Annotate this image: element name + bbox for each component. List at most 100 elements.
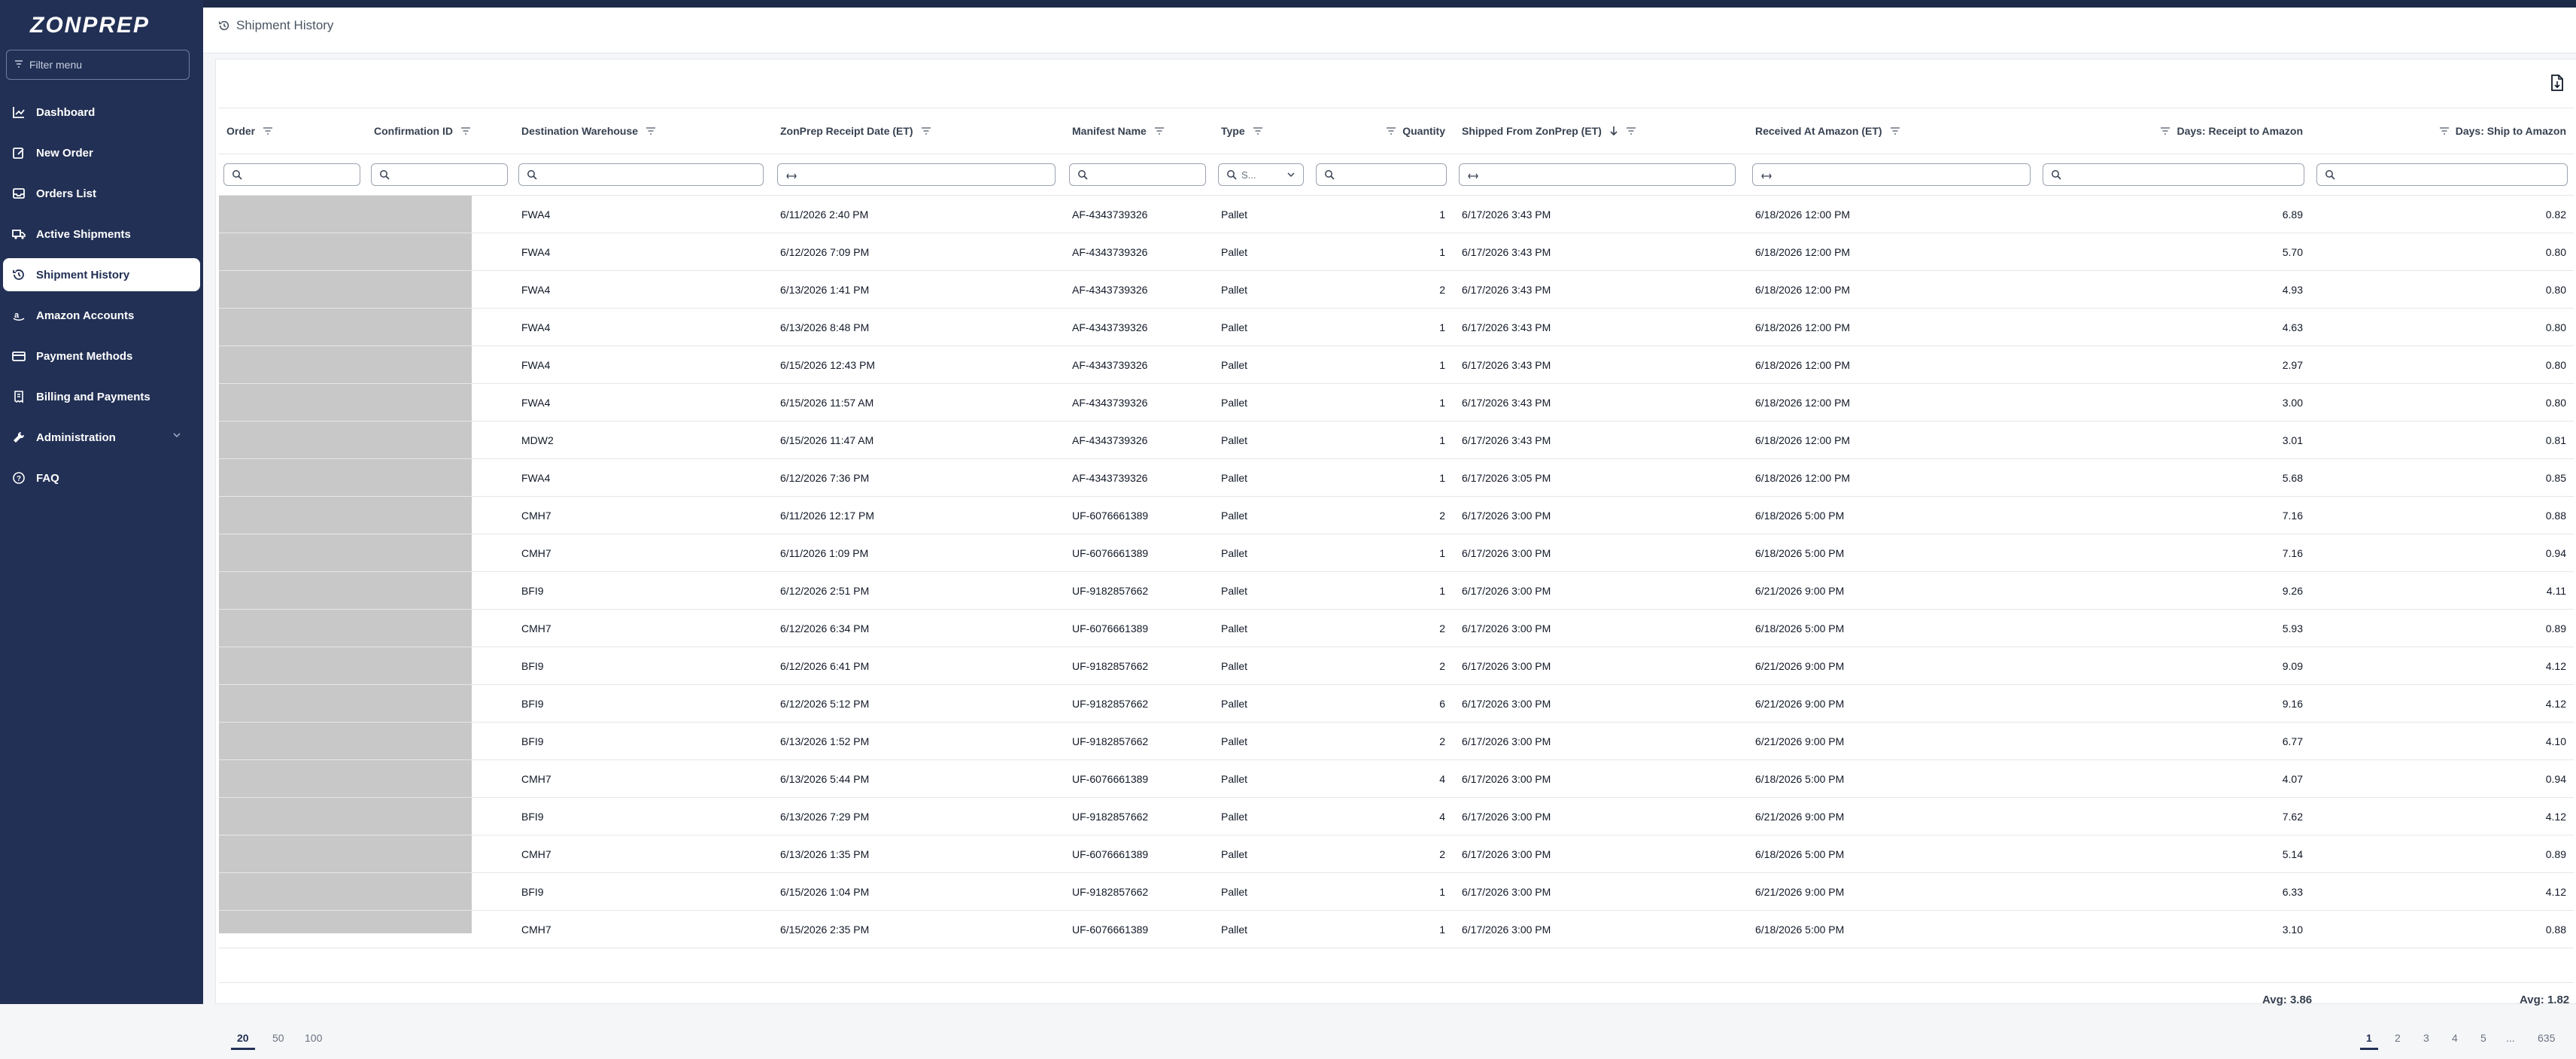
page-header: Shipment History bbox=[203, 8, 2576, 53]
filter-icon[interactable] bbox=[1154, 126, 1165, 135]
table-row[interactable]: BFI9 6/12/2026 2:51 PM UF-9182857662 Pallet… bbox=[219, 572, 2574, 610]
table-row[interactable]: FWA4 6/13/2026 8:48 PM AF-4343739326 Pallet… bbox=[219, 309, 2574, 346]
filter-input-days-receipt-to-amazon[interactable] bbox=[2043, 163, 2304, 186]
filter-icon[interactable] bbox=[1626, 126, 1636, 135]
filter-input-zonprep-receipt-date[interactable] bbox=[777, 163, 1056, 186]
cell-days-receipt-to-amazon: 4.63 bbox=[2282, 321, 2303, 333]
sidebar-item-orders-list[interactable]: Orders List bbox=[3, 177, 200, 210]
page-4[interactable]: 4 bbox=[2452, 1032, 2458, 1044]
cell-destination-warehouse: CMH7 bbox=[521, 923, 551, 936]
cell-manifest-name: UF-9182857662 bbox=[1072, 885, 1149, 898]
column-header-destination-warehouse[interactable]: Destination Warehouse bbox=[514, 108, 770, 154]
sidebar-item-payment-methods[interactable]: Payment Methods bbox=[3, 339, 200, 373]
logo[interactable]: ZONPREP bbox=[30, 11, 166, 41]
filter-icon[interactable] bbox=[1890, 126, 1900, 135]
sidebar-item-active-shipments[interactable]: Active Shipments bbox=[3, 218, 200, 251]
filter-icon[interactable] bbox=[263, 126, 273, 135]
filter-input-days-ship-to-amazon[interactable] bbox=[2316, 163, 2568, 186]
cell-manifest-name: AF-4343739326 bbox=[1072, 358, 1148, 371]
sidebar-item-amazon-accounts[interactable]: a Amazon Accounts bbox=[3, 299, 200, 332]
column-header-type[interactable]: Type bbox=[1214, 108, 1310, 154]
filter-input-confirmation-id[interactable] bbox=[371, 163, 508, 186]
cell-type: Pallet bbox=[1221, 810, 1248, 823]
table-row[interactable]: BFI9 6/13/2026 7:29 PM UF-9182857662 Pallet… bbox=[219, 798, 2574, 835]
filter-input-shipped-from-zonprep[interactable] bbox=[1459, 163, 1736, 186]
column-header-manifest-name[interactable]: Manifest Name bbox=[1065, 108, 1212, 154]
table-row[interactable]: FWA4 6/13/2026 1:41 PM AF-4343739326 Pallet… bbox=[219, 271, 2574, 309]
filter-icon[interactable] bbox=[2160, 126, 2170, 135]
filter-icon[interactable] bbox=[921, 126, 931, 135]
sidebar-item-billing-and-payments[interactable]: Billing and Payments bbox=[3, 380, 200, 413]
filter-icon[interactable] bbox=[1386, 126, 1396, 135]
sidebar-item-administration[interactable]: Administration bbox=[3, 421, 200, 454]
cell-manifest-name: UF-6076661389 bbox=[1072, 509, 1149, 522]
page-size-100[interactable]: 100 bbox=[305, 1032, 322, 1044]
cell-type: Pallet bbox=[1221, 772, 1248, 785]
cell-days-receipt-to-amazon: 3.01 bbox=[2282, 434, 2303, 446]
filter-icon[interactable] bbox=[646, 126, 656, 135]
filter-input-destination-warehouse[interactable] bbox=[518, 163, 764, 186]
filter-icon[interactable] bbox=[1253, 126, 1263, 135]
filter-icon[interactable] bbox=[460, 126, 471, 135]
column-header-confirmation-id[interactable]: Confirmation ID bbox=[366, 108, 514, 154]
table-row[interactable]: FWA4 6/15/2026 11:57 AM AF-4343739326 Palle… bbox=[219, 384, 2574, 421]
page-3[interactable]: 3 bbox=[2423, 1032, 2429, 1044]
column-header-label: Quantity bbox=[1402, 125, 1445, 137]
table-row[interactable]: MDW2 6/15/2026 11:47 AM AF-4343739326 Palle… bbox=[219, 421, 2574, 459]
page-5[interactable]: 5 bbox=[2480, 1032, 2486, 1044]
table-row[interactable]: CMH7 6/11/2026 1:09 PM UF-6076661389 Pallet… bbox=[219, 534, 2574, 572]
column-header-days-ship-to-amazon[interactable]: Days: Ship to Amazon bbox=[2312, 108, 2574, 154]
table-row[interactable]: FWA4 6/12/2026 7:36 PM AF-4343739326 Pallet… bbox=[219, 459, 2574, 497]
table-row[interactable]: FWA4 6/11/2026 2:40 PM AF-4343739326 Pallet… bbox=[219, 196, 2574, 233]
table-row[interactable]: CMH7 6/12/2026 6:34 PM UF-6076661389 Pallet… bbox=[219, 610, 2574, 647]
sort-descending-icon[interactable] bbox=[1609, 126, 1618, 136]
page-size-50[interactable]: 50 bbox=[272, 1032, 284, 1044]
cell-zonprep-receipt-date: 6/12/2026 6:34 PM bbox=[780, 622, 870, 634]
page-1[interactable]: 1 bbox=[2360, 1032, 2378, 1050]
chevron-down-icon[interactable] bbox=[172, 430, 182, 443]
table-row[interactable]: CMH7 6/13/2026 1:35 PM UF-6076661389 Pallet… bbox=[219, 835, 2574, 873]
sidebar-item-shipment-history[interactable]: Shipment History bbox=[3, 258, 200, 291]
sidebar-item-label: Amazon Accounts bbox=[36, 309, 135, 322]
sidebar-item-faq[interactable]: ? FAQ bbox=[3, 461, 200, 495]
sidebar-item-label: Administration bbox=[36, 431, 116, 444]
table-row[interactable]: FWA4 6/12/2026 7:09 PM AF-4343739326 Pallet… bbox=[219, 233, 2574, 271]
column-header-received-at-amazon[interactable]: Received At Amazon (ET) bbox=[1748, 108, 2037, 154]
cell-destination-warehouse: CMH7 bbox=[521, 772, 551, 785]
export-button[interactable] bbox=[2547, 73, 2567, 96]
filter-input-order[interactable] bbox=[223, 163, 360, 186]
table-row[interactable]: BFI9 6/15/2026 1:04 PM UF-9182857662 Pallet… bbox=[219, 873, 2574, 911]
page-last[interactable]: 635 bbox=[2538, 1032, 2555, 1044]
column-header-quantity[interactable]: Quantity bbox=[1311, 108, 1453, 154]
page-title: Shipment History bbox=[218, 18, 333, 33]
cell-destination-warehouse: BFI9 bbox=[521, 885, 544, 898]
column-header-zonprep-receipt-date[interactable]: ZonPrep Receipt Date (ET) bbox=[773, 108, 1062, 154]
filter-icon[interactable] bbox=[2439, 126, 2450, 135]
table-row[interactable]: CMH7 6/13/2026 5:44 PM UF-6076661389 Pallet… bbox=[219, 760, 2574, 798]
column-header-days-receipt-to-amazon[interactable]: Days: Receipt to Amazon bbox=[2038, 108, 2310, 154]
page-title-text: Shipment History bbox=[236, 18, 334, 32]
date-range-icon bbox=[1467, 170, 1479, 179]
table-row[interactable]: BFI9 6/13/2026 1:52 PM UF-9182857662 Pallet… bbox=[219, 723, 2574, 760]
table-row[interactable]: CMH7 6/15/2026 2:35 PM UF-6076661389 Pallet… bbox=[219, 911, 2574, 948]
column-header-shipped-from-zonprep[interactable]: Shipped From ZonPrep (ET) bbox=[1454, 108, 1742, 154]
filter-menu-input[interactable]: Filter menu bbox=[6, 50, 190, 80]
table-row[interactable]: CMH7 6/11/2026 12:17 PM UF-6076661389 Palle… bbox=[219, 497, 2574, 534]
sidebar-item-label: Billing and Payments bbox=[36, 390, 150, 403]
cell-type: Pallet bbox=[1221, 358, 1248, 371]
filter-input-received-at-amazon[interactable] bbox=[1752, 163, 2031, 186]
sidebar-item-dashboard[interactable]: Dashboard bbox=[3, 96, 200, 129]
table-row[interactable]: FWA4 6/15/2026 12:43 PM AF-4343739326 Palle… bbox=[219, 346, 2574, 384]
filter-input-quantity[interactable] bbox=[1316, 163, 1447, 186]
page-2[interactable]: 2 bbox=[2395, 1032, 2401, 1044]
filter-input-manifest-name[interactable] bbox=[1069, 163, 1206, 186]
chevron-down-icon[interactable] bbox=[1286, 170, 1296, 179]
table-row[interactable]: BFI9 6/12/2026 5:12 PM UF-9182857662 Pallet… bbox=[219, 685, 2574, 723]
filter-input-type[interactable]: S... bbox=[1218, 163, 1304, 186]
sidebar-item-new-order[interactable]: New Order bbox=[3, 136, 200, 169]
page-size-20[interactable]: 20 bbox=[231, 1032, 254, 1050]
cell-shipped-from-zonprep: 6/17/2026 3:00 PM bbox=[1462, 923, 1551, 936]
column-header-order[interactable]: Order bbox=[219, 108, 366, 154]
search-icon bbox=[527, 169, 537, 180]
table-row[interactable]: BFI9 6/12/2026 6:41 PM UF-9182857662 Pallet… bbox=[219, 647, 2574, 685]
